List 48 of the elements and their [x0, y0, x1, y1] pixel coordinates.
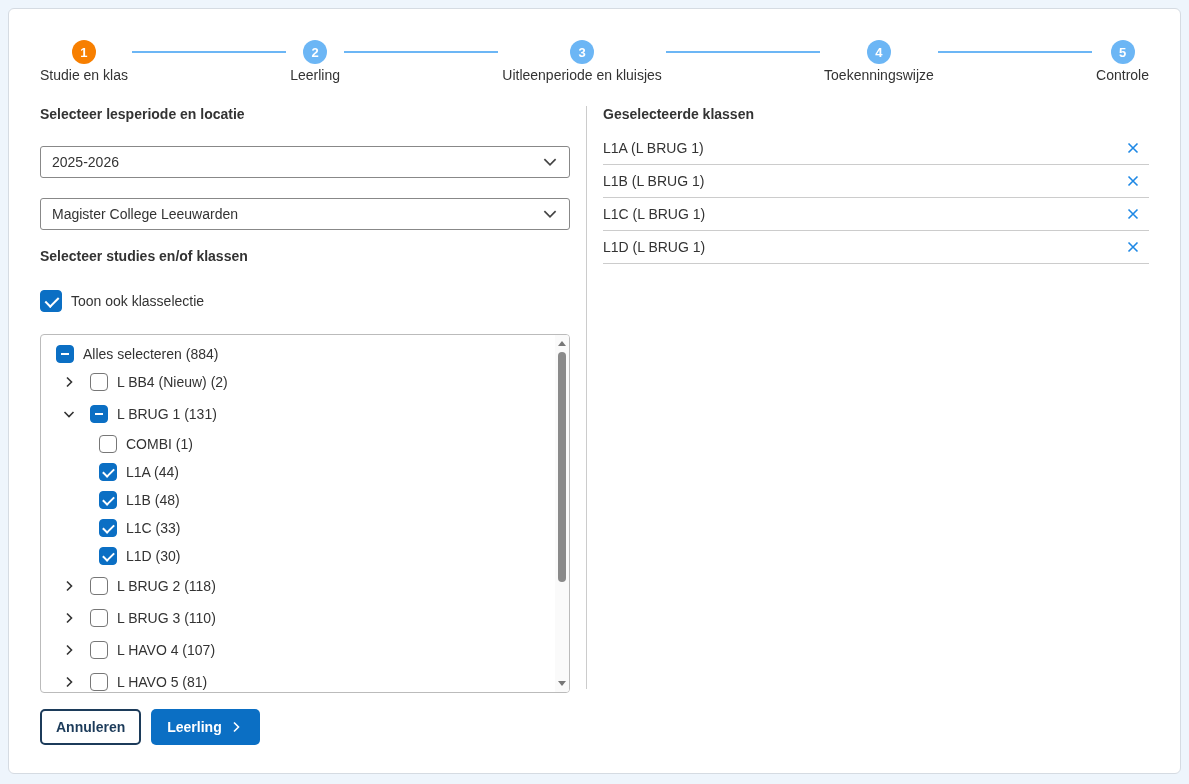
- class-label: L1B (L BRUG 1): [603, 173, 705, 189]
- checkbox[interactable]: [99, 463, 117, 481]
- cancel-button[interactable]: Annuleren: [40, 709, 142, 745]
- checkbox[interactable]: [56, 344, 74, 363]
- checkbox[interactable]: [90, 641, 108, 659]
- tree-item-label[interactable]: L1C (33): [126, 520, 181, 536]
- checkbox[interactable]: [99, 435, 117, 453]
- checkbox[interactable]: [90, 609, 108, 627]
- class-label: L1C (L BRUG 1): [603, 206, 706, 222]
- tree-item-label[interactable]: L1D (30): [126, 548, 181, 564]
- checkbox[interactable]: [99, 519, 117, 537]
- dropdown[interactable]: Magister College Leeuwarden: [40, 198, 570, 230]
- tree-item-label[interactable]: L BRUG 2 (118): [117, 578, 216, 594]
- class-label: L1D (L BRUG 1): [603, 239, 706, 255]
- step-label: Studie en klas: [40, 67, 128, 83]
- tree-item-label[interactable]: L BRUG 1 (131): [117, 406, 217, 422]
- class-label: L1A (L BRUG 1): [603, 140, 704, 156]
- step-label: Uitleenperiode en kluisjes: [502, 67, 662, 83]
- section-heading: Selecteer studies en/of klassen: [40, 248, 249, 266]
- tree-item-label[interactable]: L BB4 (Nieuw) (2): [117, 374, 228, 390]
- tree-item-label[interactable]: L HAVO 4 (107): [117, 642, 216, 658]
- step-label: Controle: [1096, 67, 1149, 83]
- dropdown[interactable]: 2025-2026: [40, 146, 570, 178]
- checkbox[interactable]: [99, 547, 117, 565]
- checkbox[interactable]: [40, 290, 62, 312]
- checkbox[interactable]: [90, 577, 108, 595]
- scrollbar-thumb[interactable]: [558, 352, 566, 582]
- checkbox[interactable]: [90, 373, 108, 391]
- tree-item-label[interactable]: COMBI (1): [126, 436, 193, 452]
- close-icon[interactable]: [1125, 206, 1141, 222]
- section-heading: Geselecteerde klassen: [603, 106, 755, 124]
- checkbox-label: Toon ook klasselectie: [71, 293, 205, 309]
- close-icon[interactable]: [1125, 239, 1141, 255]
- tree-item-label[interactable]: L BRUG 3 (110): [117, 610, 216, 626]
- step-label: Toekenningswijze: [824, 67, 934, 83]
- checkbox[interactable]: [90, 673, 108, 691]
- checkbox[interactable]: [99, 491, 117, 509]
- close-icon[interactable]: [1125, 140, 1141, 156]
- tree-item-label[interactable]: L1B (48): [126, 492, 180, 508]
- tree-item-label[interactable]: Alles selecteren (884): [83, 345, 219, 362]
- tree-item-label[interactable]: L1A (44): [126, 464, 179, 480]
- close-icon[interactable]: [1125, 173, 1141, 189]
- section-heading: Selecteer lesperiode en locatie: [40, 106, 246, 124]
- checkbox[interactable]: [90, 405, 108, 423]
- next-button[interactable]: Leerling: [151, 709, 260, 745]
- tree-item-label[interactable]: L HAVO 5 (81): [117, 674, 208, 690]
- step-label: Leerling: [290, 67, 341, 83]
- scrollbar[interactable]: [555, 335, 569, 692]
